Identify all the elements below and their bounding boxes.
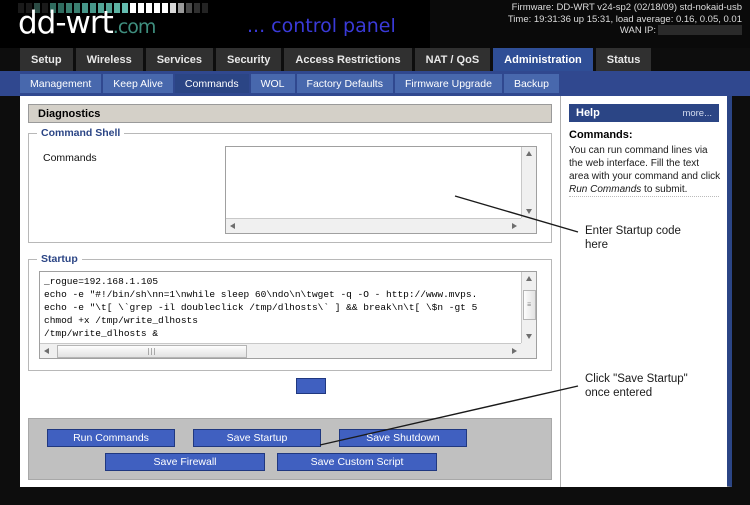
startup-horizontal-scrollbar[interactable]: ||| bbox=[40, 343, 521, 358]
scroll-right-icon[interactable] bbox=[512, 223, 517, 229]
help-text-part1: You can run command lines via the web in… bbox=[569, 145, 721, 182]
help-title: Help bbox=[576, 107, 600, 119]
tab-security[interactable]: Security bbox=[215, 48, 282, 71]
logo-domain-text: .com bbox=[112, 16, 157, 38]
save-shutdown-button[interactable]: Save Shutdown bbox=[339, 429, 467, 447]
scrollbar-corner bbox=[521, 343, 536, 358]
secondary-button-row: Save Firewall Save Custom Script bbox=[105, 453, 437, 471]
command-shell-group: Command Shell Commands bbox=[28, 127, 552, 243]
help-column: Help more... Commands: You can run comma… bbox=[560, 96, 727, 487]
commands-vertical-scrollbar[interactable] bbox=[521, 147, 536, 218]
scroll-left-icon[interactable] bbox=[44, 348, 49, 354]
firmware-version-line: Firmware: DD-WRT v24-sp2 (02/18/09) std-… bbox=[511, 2, 742, 13]
commands-textarea[interactable] bbox=[225, 146, 537, 234]
help-divider bbox=[569, 196, 719, 197]
tab-setup[interactable]: Setup bbox=[20, 48, 73, 71]
help-text-emphasis: Run Commands bbox=[569, 184, 642, 195]
scroll-down-icon[interactable] bbox=[526, 334, 532, 339]
startup-group: Startup _rogue=192.168.1.105 echo -e "#!… bbox=[28, 253, 552, 371]
annotation-enter-startup-code: Enter Startup code here bbox=[585, 225, 681, 251]
subtab-management[interactable]: Management bbox=[20, 74, 102, 93]
scroll-thumb-grip-icon: ||| bbox=[147, 348, 157, 355]
save-custom-script-button[interactable]: Save Custom Script bbox=[277, 453, 437, 471]
led-cell-22 bbox=[194, 3, 200, 13]
startup-textarea[interactable]: _rogue=192.168.1.105 echo -e "#!/bin/sh\… bbox=[39, 271, 537, 359]
tab-nat-qos[interactable]: NAT / QoS bbox=[414, 48, 491, 71]
led-cell-23 bbox=[202, 3, 208, 13]
scroll-up-icon[interactable] bbox=[526, 276, 532, 281]
sub-tab-bar: Management Keep Alive Commands WOL Factory D… bbox=[0, 71, 750, 96]
command-shell-legend: Command Shell bbox=[37, 127, 125, 139]
led-cell-19 bbox=[170, 3, 176, 13]
uptime-load-line: Time: 19:31:36 up 15:31, load average: 0… bbox=[507, 13, 742, 25]
save-firewall-button[interactable]: Save Firewall bbox=[105, 453, 265, 471]
main-tab-bar: Setup Wireless Services Security Access Rest… bbox=[0, 48, 750, 71]
startup-hscroll-thumb[interactable]: ||| bbox=[57, 345, 247, 358]
commands-horizontal-scrollbar[interactable] bbox=[226, 218, 521, 233]
logo-main-text: dd-wrt bbox=[18, 5, 114, 41]
scroll-right-icon[interactable] bbox=[512, 348, 517, 354]
primary-button-row: Run Commands Save Startup Save Shutdown bbox=[47, 429, 467, 447]
wan-ip-line: WAN IP: bbox=[508, 25, 742, 37]
help-more-link[interactable]: more... bbox=[682, 108, 712, 119]
startup-textarea-value[interactable]: _rogue=192.168.1.105 echo -e "#!/bin/sh\… bbox=[40, 272, 521, 343]
router-status-info: Firmware: DD-WRT v24-sp2 (02/18/09) std-… bbox=[508, 2, 742, 37]
tab-administration[interactable]: Administration bbox=[493, 48, 593, 71]
led-cell-18 bbox=[162, 3, 168, 13]
tab-status[interactable]: Status bbox=[595, 48, 652, 71]
commands-textarea-value[interactable] bbox=[226, 147, 521, 218]
led-cell-20 bbox=[178, 3, 184, 13]
startup-vscroll-thumb[interactable]: ≡ bbox=[523, 290, 536, 320]
help-header: Help more... bbox=[569, 104, 719, 122]
content-frame: Diagnostics Command Shell Commands Start… bbox=[20, 96, 732, 487]
subtab-commands[interactable]: Commands bbox=[174, 74, 249, 93]
main-content-column: Diagnostics Command Shell Commands Start… bbox=[20, 96, 560, 487]
scroll-down-icon[interactable] bbox=[526, 209, 532, 214]
dd-wrt-logo: dd-wrt.com bbox=[18, 5, 157, 41]
scrollbar-corner bbox=[521, 218, 536, 233]
page-header: dd-wrt.com ... control panel Firmware: D… bbox=[0, 0, 750, 48]
subtab-keep-alive[interactable]: Keep Alive bbox=[103, 74, 173, 93]
page-title: Diagnostics bbox=[28, 104, 552, 123]
annotation-click-save-startup: Click "Save Startup" once entered bbox=[585, 373, 688, 399]
startup-legend: Startup bbox=[37, 253, 82, 265]
save-startup-button[interactable]: Save Startup bbox=[193, 429, 321, 447]
run-commands-button[interactable]: Run Commands bbox=[47, 429, 175, 447]
help-subtitle: Commands: bbox=[569, 129, 633, 141]
scroll-thumb-grip-icon: ≡ bbox=[526, 301, 533, 309]
action-button-panel: Run Commands Save Startup Save Shutdown Sa… bbox=[28, 418, 552, 480]
dd-wrt-control-panel: dd-wrt.com ... control panel Firmware: D… bbox=[0, 0, 750, 505]
commands-field-label: Commands bbox=[43, 152, 97, 164]
wan-ip-redaction bbox=[658, 25, 742, 36]
edit-button[interactable] bbox=[296, 378, 326, 394]
tab-wireless[interactable]: Wireless bbox=[75, 48, 143, 71]
help-text-part2: to submit. bbox=[641, 184, 688, 195]
scroll-left-icon[interactable] bbox=[230, 223, 235, 229]
scroll-up-icon[interactable] bbox=[526, 151, 532, 156]
subtab-wol[interactable]: WOL bbox=[250, 74, 295, 93]
tab-access-restrictions[interactable]: Access Restrictions bbox=[284, 48, 412, 71]
led-cell-21 bbox=[186, 3, 192, 13]
subtab-firmware-upgrade[interactable]: Firmware Upgrade bbox=[394, 74, 502, 93]
subtab-backup[interactable]: Backup bbox=[503, 74, 559, 93]
control-panel-title: ... control panel bbox=[247, 15, 396, 37]
tab-services[interactable]: Services bbox=[145, 48, 213, 71]
startup-vertical-scrollbar[interactable]: ≡ bbox=[521, 272, 536, 343]
subtab-factory-defaults[interactable]: Factory Defaults bbox=[296, 74, 393, 93]
wan-ip-label: WAN IP: bbox=[619, 25, 656, 36]
header-branding-area: dd-wrt.com ... control panel bbox=[0, 0, 430, 48]
help-body-text: You can run command lines via the web in… bbox=[569, 144, 721, 196]
